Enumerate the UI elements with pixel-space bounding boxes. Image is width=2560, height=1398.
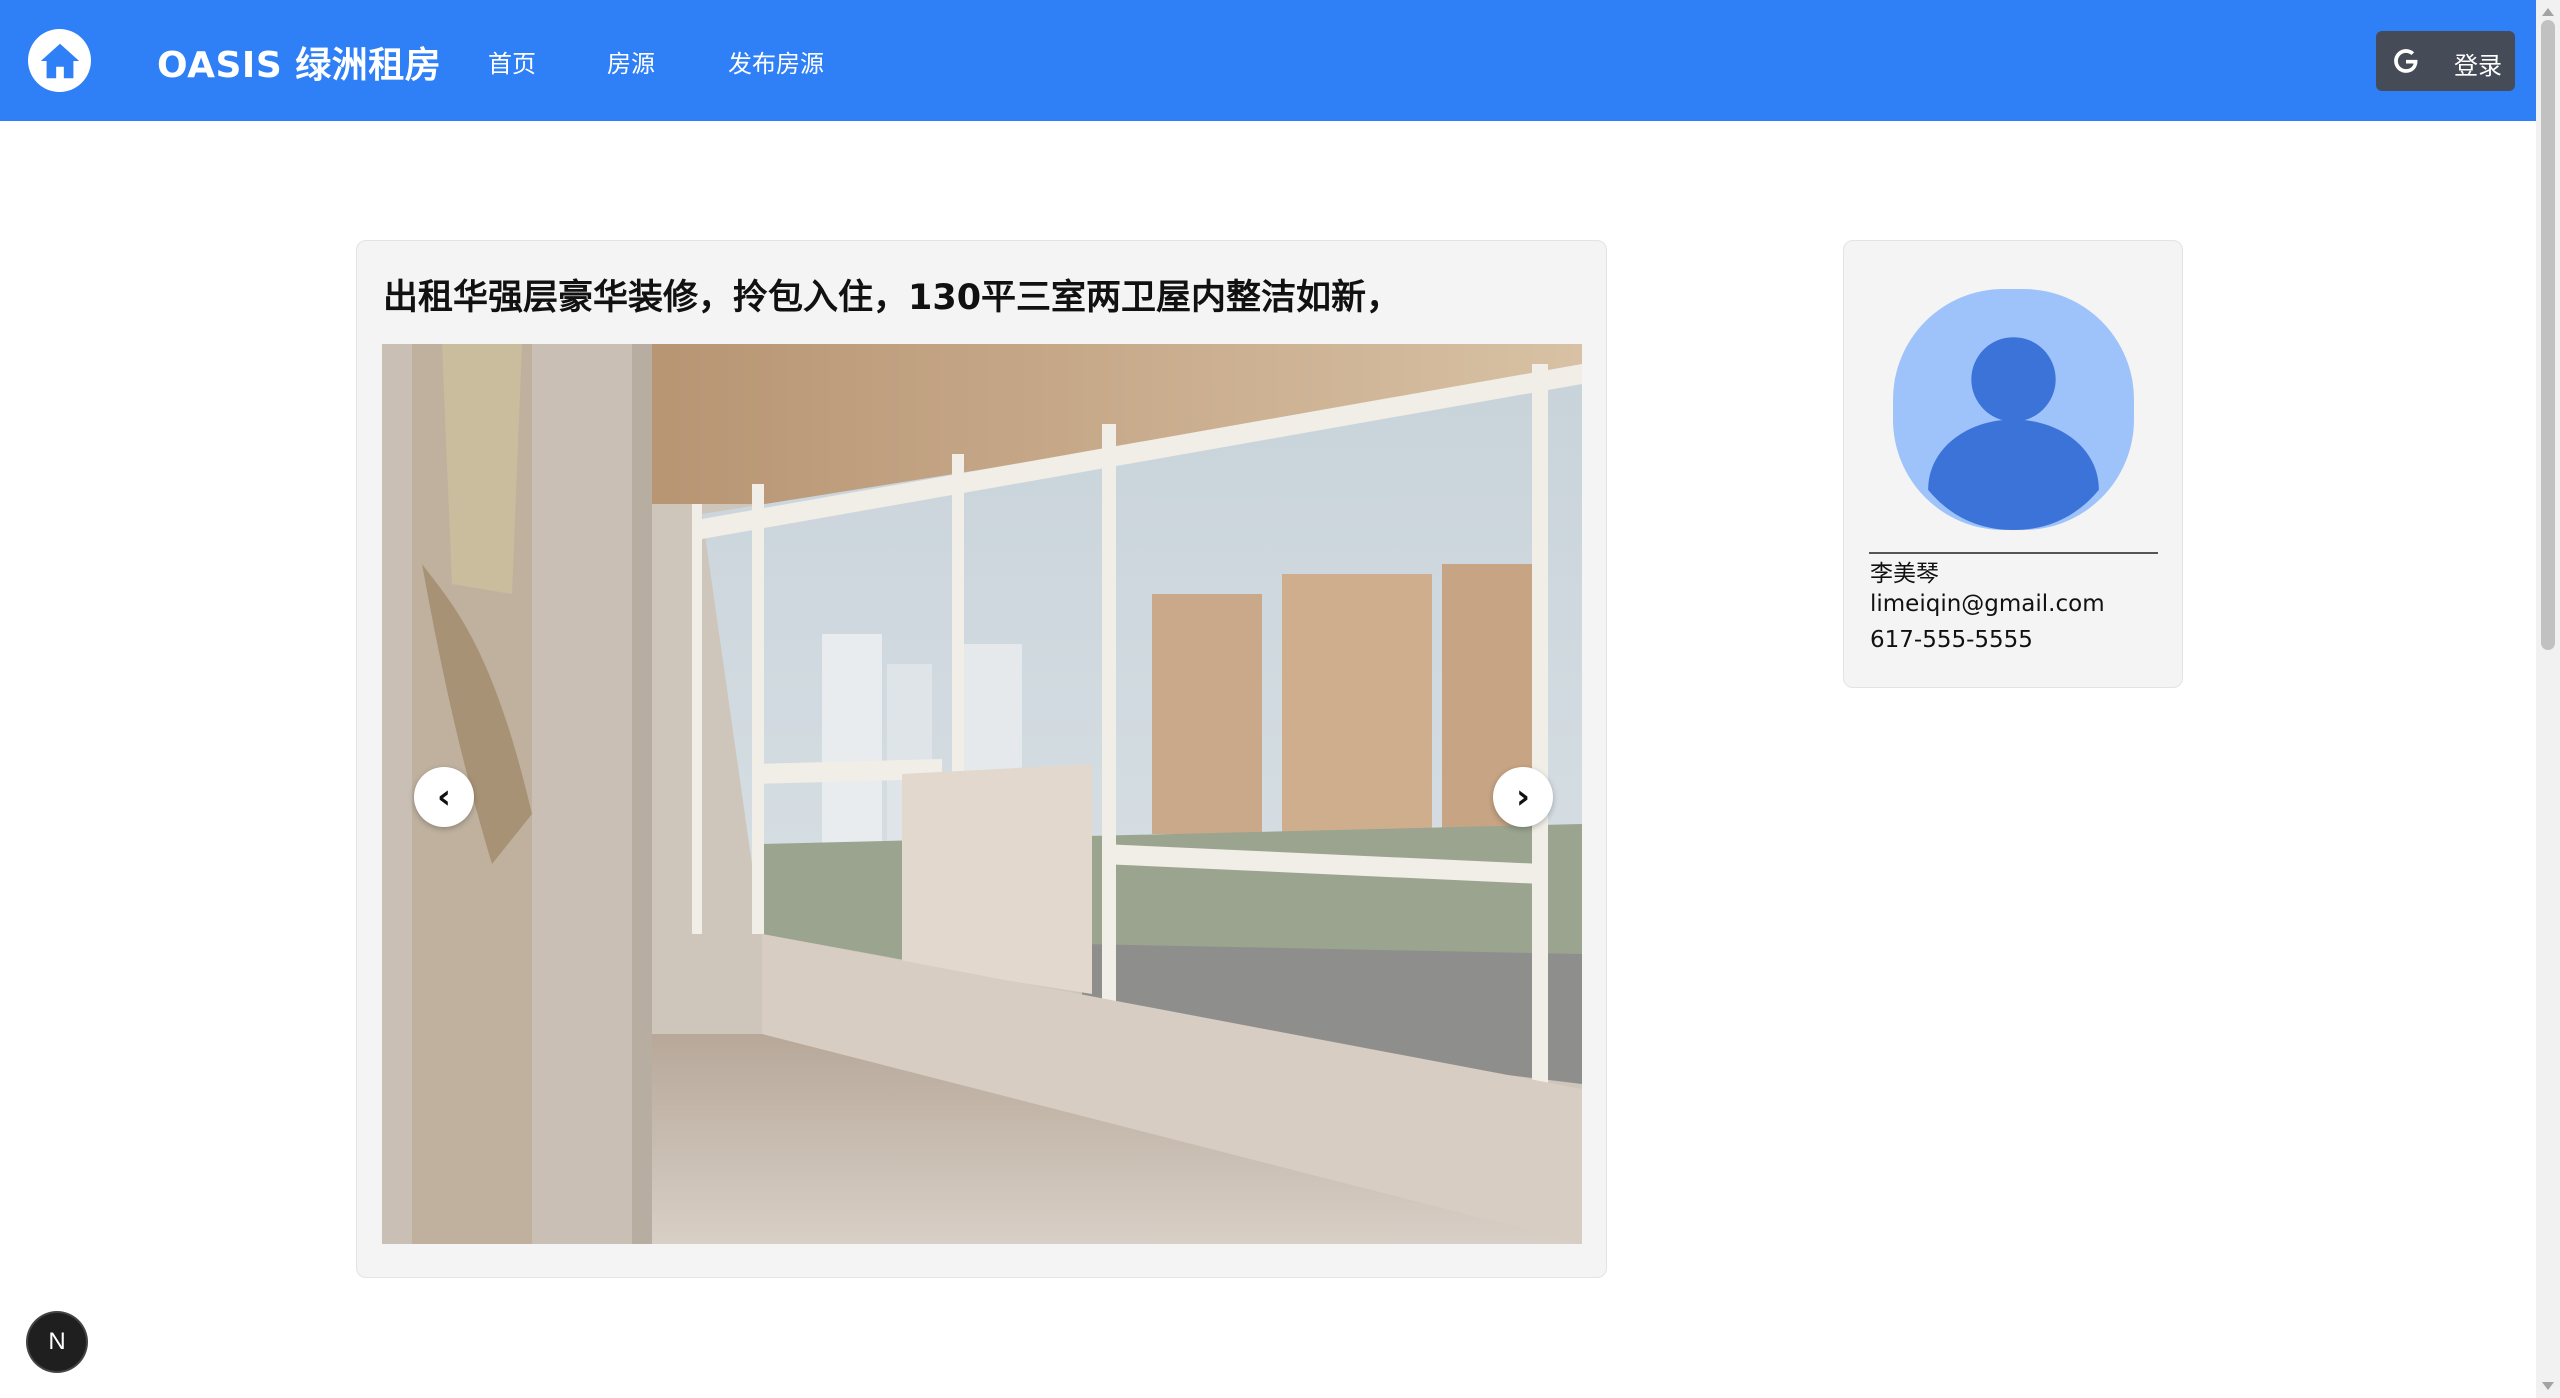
login-label: 登录 — [2454, 52, 2502, 80]
brand-title[interactable]: OASIS 绿洲租房 — [157, 36, 441, 88]
owner-phone[interactable]: 617-555-5555 — [1870, 627, 2033, 653]
owner-name: 李美琴 — [1870, 561, 1939, 587]
carousel-next-button[interactable]: › — [1493, 767, 1553, 827]
top-navbar: OASIS 绿洲租房 首页 房源 发布房源 登录 — [0, 0, 2536, 121]
owner-card: 李美琴 limeiqin@gmail.com 617-555-5555 — [1843, 240, 2183, 688]
nav-post-listing[interactable]: 发布房源 — [728, 44, 824, 79]
listing-card: 出租华强层豪华装修，拎包入住，130平三室两卫屋内整洁如新， ‹ › — [356, 240, 1607, 1278]
listing-title: 出租华强层豪华装修，拎包入住，130平三室两卫屋内整洁如新， — [383, 278, 1402, 318]
apartment-photo — [382, 344, 1582, 1244]
user-avatar-icon — [1893, 289, 2134, 530]
carousel-prev-button[interactable]: ‹ — [414, 767, 474, 827]
login-button[interactable]: 登录 — [2376, 31, 2515, 91]
scrollbar-thumb[interactable] — [2541, 20, 2555, 650]
home-icon[interactable] — [28, 29, 91, 92]
owner-email[interactable]: limeiqin@gmail.com — [1870, 591, 2105, 617]
page-scrollbar[interactable] — [2536, 0, 2560, 1398]
dev-tools-badge[interactable]: N — [28, 1313, 86, 1371]
listing-photo — [382, 344, 1582, 1244]
google-icon — [2394, 49, 2418, 73]
nav-listings[interactable]: 房源 — [607, 44, 655, 79]
nav-home[interactable]: 首页 — [488, 44, 536, 79]
scroll-up-arrow-icon[interactable] — [2542, 8, 2554, 16]
scroll-down-arrow-icon[interactable] — [2542, 1382, 2554, 1390]
